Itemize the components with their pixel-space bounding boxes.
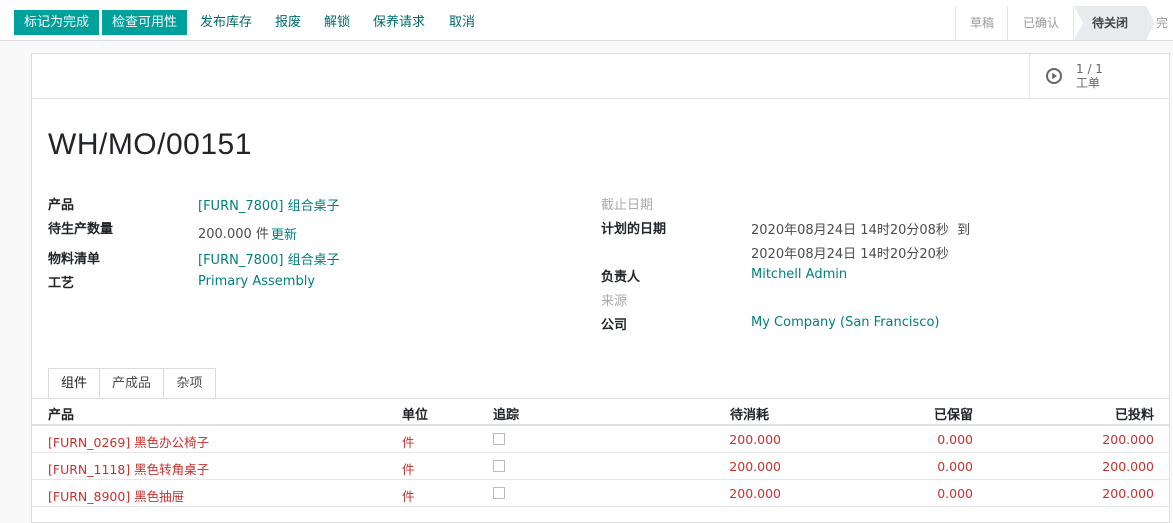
source-label: 来源 <box>601 294 628 309</box>
planned-date-start-text: 2020年08月24日 14时20分08秒 <box>751 223 949 238</box>
update-qty-button[interactable]: 更新 <box>271 224 297 243</box>
stage-draft[interactable]: 草稿 <box>955 6 1017 40</box>
planned-date-start[interactable]: 2020年08月24日 14时20分08秒 到 <box>751 219 970 238</box>
product-link[interactable]: [FURN_7800] 组合桌子 <box>198 195 340 214</box>
bom-label: 物料清单 <box>48 252 101 267</box>
tab-finished-products[interactable]: 产成品 <box>100 368 164 398</box>
row-product: [FURN_1118] 黑色转角桌子 <box>48 462 210 477</box>
control-panel: 标记为完成 检查可用性 发布库存 报废 解锁 保养请求 取消 草稿 已确认 待关… <box>0 0 1173 41</box>
stage-to-close[interactable]: 待关闭 <box>1073 6 1155 40</box>
qty-value[interactable]: 200.000 件 <box>198 223 269 242</box>
tab-miscellaneous[interactable]: 杂项 <box>164 368 216 398</box>
company-label: 公司 <box>601 318 628 333</box>
button-box: 1 / 1 工单 <box>32 54 1169 99</box>
row-consumed: 200.000 <box>1102 432 1154 447</box>
components-table-header: 产品 单位 追踪 待消耗 已保留 已投料 <box>32 399 1169 426</box>
smart-button-value: 1 / 1 <box>1076 62 1103 76</box>
stage-label: 完 <box>1156 16 1169 30</box>
responsible-link[interactable]: Mitchell Admin <box>751 267 847 282</box>
stage-label: 已确认 <box>1022 16 1059 30</box>
routing-link[interactable]: Primary Assembly <box>198 274 315 289</box>
row-product: [FURN_8900] 黑色抽屉 <box>48 489 185 504</box>
row-consumed: 200.000 <box>1102 459 1154 474</box>
tab-components[interactable]: 组件 <box>48 368 100 399</box>
row-uom: 件 <box>402 462 415 477</box>
scrap-button[interactable]: 报废 <box>275 10 301 35</box>
stage-label: 待关闭 <box>1091 16 1128 30</box>
mark-done-button[interactable]: 标记为完成 <box>14 10 100 35</box>
cancel-button[interactable]: 取消 <box>449 10 475 35</box>
col-tracking[interactable]: 追踪 <box>493 404 519 423</box>
check-availability-button[interactable]: 检查可用性 <box>102 10 188 35</box>
row-uom: 件 <box>402 435 415 450</box>
planned-date-separator: 到 <box>957 223 971 238</box>
row-tracking-checkbox[interactable] <box>493 460 505 472</box>
company-link[interactable]: My Company (San Francisco) <box>751 315 939 330</box>
planned-date-end[interactable]: 2020年08月24日 14时20分20秒 <box>751 243 949 262</box>
col-consumed[interactable]: 已投料 <box>1115 404 1154 423</box>
col-product[interactable]: 产品 <box>48 404 74 423</box>
row-reserved: 0.000 <box>937 432 973 447</box>
post-inventory-button[interactable]: 发布库存 <box>200 10 252 35</box>
row-reserved: 0.000 <box>937 459 973 474</box>
row-tracking-checkbox[interactable] <box>493 487 505 499</box>
routing-label: 工艺 <box>48 276 75 291</box>
record-title: WH/MO/00151 <box>48 128 252 161</box>
qty-label: 待生产数量 <box>48 222 114 237</box>
planned-date-label: 计划的日期 <box>601 222 667 237</box>
table-row[interactable]: [FURN_0269] 黑色办公椅子 件 200.000 0.000 200.0… <box>32 426 1169 453</box>
row-to-consume: 200.000 <box>729 432 781 447</box>
col-to-consume[interactable]: 待消耗 <box>730 404 769 423</box>
maintenance-request-button[interactable]: 保养请求 <box>373 10 425 35</box>
col-reserved[interactable]: 已保留 <box>934 404 973 423</box>
col-uom[interactable]: 单位 <box>402 404 428 423</box>
responsible-label: 负责人 <box>601 270 641 285</box>
row-uom: 件 <box>402 489 415 504</box>
bom-link[interactable]: [FURN_7800] 组合桌子 <box>198 249 340 268</box>
row-tracking-checkbox[interactable] <box>493 433 505 445</box>
unlock-button[interactable]: 解锁 <box>324 10 350 35</box>
stage-confirmed[interactable]: 已确认 <box>1007 6 1083 40</box>
row-consumed: 200.000 <box>1102 486 1154 501</box>
play-circle-icon <box>1046 68 1062 84</box>
stage-label: 草稿 <box>969 16 994 30</box>
deadline-label: 截止日期 <box>601 198 654 213</box>
form-sheet: 1 / 1 工单 WH/MO/00151 产品 [FURN_7800] 组合桌子… <box>31 53 1170 523</box>
workorders-smart-button[interactable]: 1 / 1 工单 <box>1029 54 1169 98</box>
row-to-consume: 200.000 <box>729 486 781 501</box>
row-reserved: 0.000 <box>937 486 973 501</box>
row-product: [FURN_0269] 黑色办公椅子 <box>48 435 210 450</box>
smart-button-label: 工单 <box>1076 76 1101 90</box>
row-to-consume: 200.000 <box>729 459 781 474</box>
table-row[interactable]: [FURN_8900] 黑色抽屉 件 200.000 0.000 200.000 <box>32 480 1169 507</box>
product-label: 产品 <box>48 198 75 213</box>
statusbar: 草稿 已确认 待关闭 完 <box>955 6 1173 40</box>
table-row[interactable]: [FURN_1118] 黑色转角桌子 件 200.000 0.000 200.0… <box>32 453 1169 480</box>
